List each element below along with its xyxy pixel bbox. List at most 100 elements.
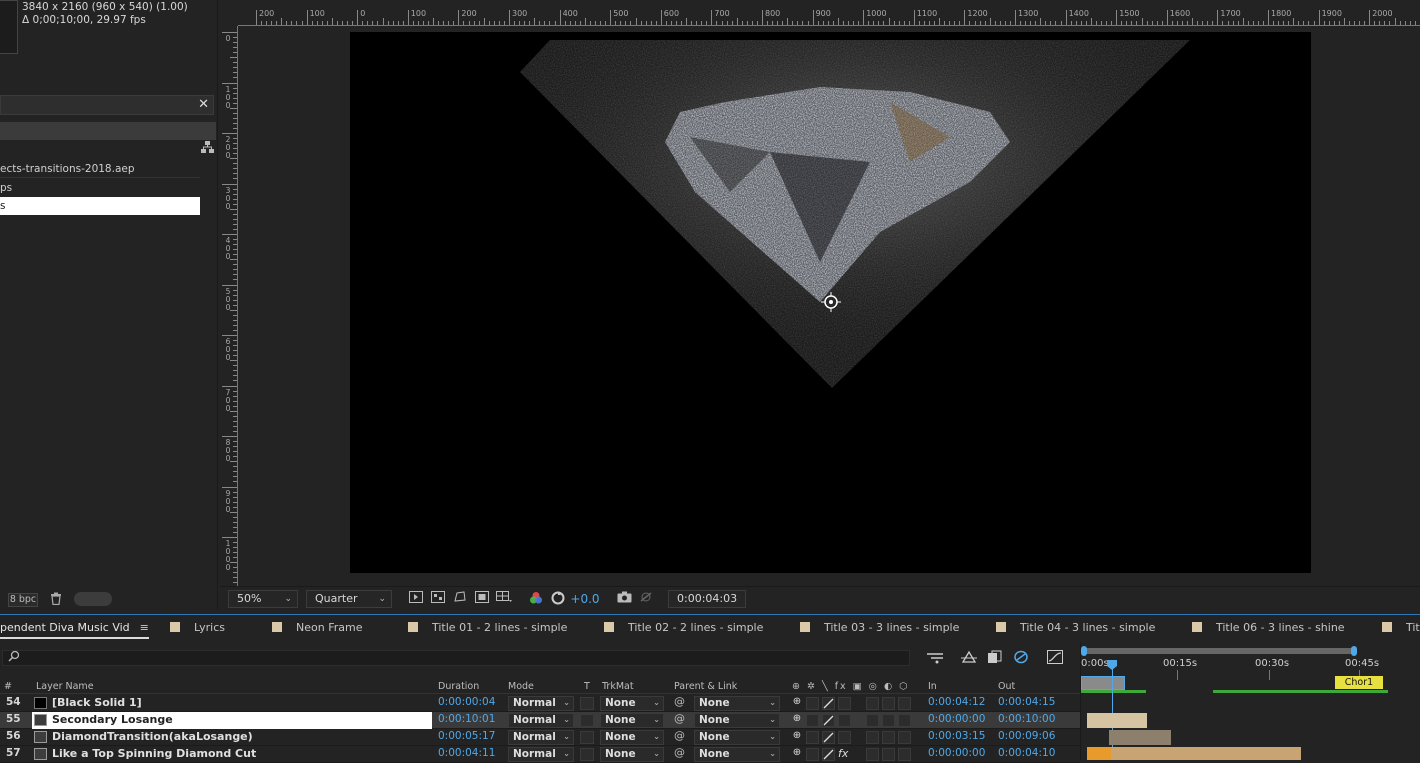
parent-dropdown[interactable]: None ⌄ bbox=[694, 713, 780, 728]
quality-switch[interactable] bbox=[822, 714, 835, 727]
collapse-switch[interactable] bbox=[806, 748, 819, 761]
layer-out-point[interactable]: 0:00:09:06 bbox=[998, 730, 1055, 742]
3d-layer-switch[interactable] bbox=[898, 748, 911, 761]
layer-out-point[interactable]: 0:00:04:15 bbox=[998, 696, 1055, 708]
graph-editor-icon[interactable] bbox=[1046, 650, 1064, 666]
timeline-graph[interactable]: 0:00s 00:15s 00:30s 00:45s Chor1 bbox=[1080, 642, 1420, 760]
layer-row[interactable]: 56 DiamondTransition(akaLosange) 0:00:05:1… bbox=[0, 729, 1080, 746]
mask-visibility-icon[interactable] bbox=[452, 591, 468, 607]
quality-switch[interactable] bbox=[822, 748, 835, 761]
col-switches[interactable]: ⊕ ✲ ╲ fx ▣ ◎ ◐ ⬡ bbox=[792, 681, 910, 692]
shy-switch-icon[interactable]: ⊕ bbox=[790, 747, 804, 761]
comp-mini-flowchart-icon[interactable] bbox=[926, 650, 944, 666]
layer-duration[interactable]: 0:00:05:17 bbox=[438, 730, 495, 742]
adjustment-switch[interactable] bbox=[882, 714, 895, 727]
preserve-transparency-checkbox[interactable] bbox=[580, 748, 594, 761]
blend-mode-dropdown[interactable]: Normal ⌄ bbox=[508, 696, 574, 711]
layer-duration[interactable]: 0:00:10:01 bbox=[438, 713, 495, 725]
motion-blur-switch[interactable] bbox=[866, 748, 879, 761]
region-of-interest-icon[interactable] bbox=[474, 591, 490, 607]
composition-canvas[interactable] bbox=[350, 32, 1311, 573]
blend-mode-dropdown[interactable]: Normal ⌄ bbox=[508, 713, 574, 728]
draft-3d-icon[interactable] bbox=[960, 650, 978, 666]
resolution-dropdown[interactable]: Quarter ⌄ bbox=[306, 590, 392, 608]
project-search-input[interactable]: ✕ bbox=[0, 95, 214, 115]
work-area-bar[interactable] bbox=[1081, 676, 1125, 690]
quality-switch[interactable] bbox=[822, 731, 835, 744]
trkmat-dropdown[interactable]: None ⌄ bbox=[600, 696, 664, 711]
col-parent[interactable]: Parent & Link bbox=[674, 681, 737, 692]
shy-switch-icon[interactable]: ⊕ bbox=[790, 713, 804, 727]
tab-title-06[interactable]: Title 06 - 3 lines - shine bbox=[1192, 615, 1345, 641]
col-mode[interactable]: Mode bbox=[508, 681, 534, 692]
show-snapshot-icon[interactable] bbox=[638, 591, 654, 607]
zoom-dropdown[interactable]: 50% ⌄ bbox=[228, 590, 298, 608]
project-item-aep[interactable]: ects-transitions-2018.aep bbox=[0, 160, 200, 178]
time-navigator-start-handle[interactable] bbox=[1081, 646, 1087, 656]
layer-name[interactable]: Like a Top Spinning Diamond Cut bbox=[52, 747, 256, 760]
col-in[interactable]: In bbox=[928, 681, 937, 692]
collapse-switch[interactable] bbox=[806, 697, 819, 710]
layer-bar-diamond-transition[interactable] bbox=[1109, 730, 1171, 745]
tab-title-01[interactable]: Title 01 - 2 lines - simple bbox=[408, 615, 567, 641]
tab-title-03[interactable]: Title 03 - 3 lines - simple bbox=[800, 615, 959, 641]
close-icon[interactable]: ✕ bbox=[198, 97, 209, 112]
col-number[interactable]: # bbox=[4, 681, 12, 692]
shy-switch-icon[interactable]: ⊕ bbox=[790, 696, 804, 710]
layer-row[interactable]: 55 Secondary Losange 0:00:10:01 Normal ⌄ None… bbox=[0, 712, 1080, 729]
layer-name[interactable]: DiamondTransition(akaLosange) bbox=[52, 730, 253, 743]
shy-layers-icon[interactable] bbox=[986, 650, 1004, 666]
transparency-grid-icon[interactable] bbox=[430, 591, 446, 607]
time-navigator-bar[interactable] bbox=[1083, 648, 1355, 654]
adjustment-switch[interactable] bbox=[882, 748, 895, 761]
trash-icon[interactable] bbox=[50, 592, 64, 606]
3d-layer-switch[interactable] bbox=[898, 697, 911, 710]
flowchart-icon[interactable] bbox=[201, 141, 215, 155]
motion-blur-switch[interactable] bbox=[866, 714, 879, 727]
timeline-search-input[interactable] bbox=[2, 650, 910, 666]
layer-row[interactable]: 54 [Black Solid 1] 0:00:00:04 Normal ⌄ None ⌄ @… bbox=[0, 695, 1080, 712]
time-navigator-end-handle[interactable] bbox=[1351, 646, 1357, 656]
motion-blur-switch[interactable] bbox=[866, 697, 879, 710]
tab-lyrics[interactable]: Lyrics bbox=[170, 615, 225, 641]
layer-bar-secondary-losange[interactable] bbox=[1087, 713, 1147, 728]
layer-duration[interactable]: 0:00:04:11 bbox=[438, 747, 495, 759]
3d-layer-switch[interactable] bbox=[898, 714, 911, 727]
comp-marker[interactable]: Chor1 bbox=[1335, 676, 1383, 689]
effects-switch[interactable]: fx bbox=[838, 747, 848, 760]
adjustment-switch[interactable] bbox=[882, 731, 895, 744]
preserve-transparency-checkbox[interactable] bbox=[580, 714, 594, 727]
project-item-folder[interactable]: ps bbox=[0, 179, 200, 197]
col-out[interactable]: Out bbox=[998, 681, 1015, 692]
tab-title-02[interactable]: Title 02 - 2 lines - simple bbox=[604, 615, 763, 641]
preserve-transparency-checkbox[interactable] bbox=[580, 731, 594, 744]
pick-whip-icon[interactable]: @ bbox=[674, 746, 685, 759]
exposure-value[interactable]: +0.0 bbox=[570, 591, 600, 607]
col-duration[interactable]: Duration bbox=[438, 681, 479, 692]
layer-bar-top-spinning[interactable] bbox=[1087, 747, 1301, 760]
tab-title-04[interactable]: Title 04 - 3 lines - simple bbox=[996, 615, 1155, 641]
layer-name[interactable]: Secondary Losange bbox=[52, 713, 173, 726]
tab-title-more[interactable]: Title bbox=[1382, 615, 1420, 641]
layer-row[interactable]: 57 Like a Top Spinning Diamond Cut 0:00:04… bbox=[0, 746, 1080, 763]
tab-neon-frame[interactable]: Neon Frame bbox=[272, 615, 362, 641]
fast-preview-icon[interactable] bbox=[408, 591, 424, 607]
viewer-timecode[interactable]: 0:00:04:03 bbox=[668, 590, 747, 608]
parent-dropdown[interactable]: None ⌄ bbox=[694, 730, 780, 745]
parent-dropdown[interactable]: None ⌄ bbox=[694, 696, 780, 711]
collapse-switch[interactable] bbox=[806, 714, 819, 727]
grid-guides-icon[interactable] bbox=[496, 591, 512, 607]
quality-switch[interactable] bbox=[822, 697, 835, 710]
col-layer-name[interactable]: Layer Name bbox=[36, 681, 94, 692]
color-channels-icon[interactable] bbox=[528, 591, 544, 607]
thumbnail-size-slider[interactable] bbox=[74, 592, 112, 606]
layer-in-point[interactable]: 0:00:00:00 bbox=[928, 747, 985, 759]
effects-switch[interactable] bbox=[838, 697, 851, 710]
motion-blur-switch[interactable] bbox=[866, 731, 879, 744]
blend-mode-dropdown[interactable]: Normal ⌄ bbox=[508, 730, 574, 745]
reset-exposure-icon[interactable] bbox=[550, 591, 566, 607]
bit-depth-button[interactable]: 8 bpc bbox=[8, 593, 38, 607]
pick-whip-icon[interactable]: @ bbox=[674, 729, 685, 742]
preserve-transparency-checkbox[interactable] bbox=[580, 697, 594, 710]
trkmat-dropdown[interactable]: None ⌄ bbox=[600, 713, 664, 728]
